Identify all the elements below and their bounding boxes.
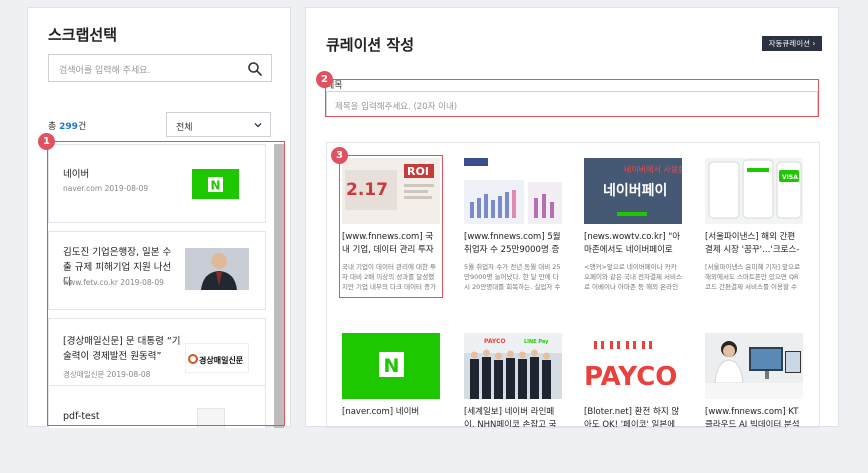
grid-item-title: [news.wowtv.co.kr] "아마존에서도 네이버페이로 bbox=[584, 232, 681, 255]
grid-item-desc: <앵커>앞으로 네이버페이나 카카오페이와 같은 국내 전자결제 서비스로 이베… bbox=[584, 263, 682, 291]
search-placeholder: 검색어를 입력해 주세요. bbox=[59, 66, 151, 76]
grid-item-title: [Bloter.net] 환전 하지 않아도 OK! '페이코' 일본에서 bbox=[584, 407, 680, 428]
grid-item-image: 네이버에서 사용할 땐 네이버페이 bbox=[584, 158, 682, 224]
grid-item[interactable]: [www.fnnews.com] KT 클라우드 AI 빅데이터 분석 bbox=[705, 333, 803, 428]
count-number: 299 bbox=[59, 122, 78, 132]
scrap-panel-title: 스크랩선택 bbox=[48, 26, 118, 44]
grid-item-title: [서울파이낸스] 해외 간편결제 시장 '꿈꾸'…'크로스- bbox=[705, 232, 800, 255]
grid-item-image bbox=[705, 333, 803, 399]
grid-item-image: PAYCO bbox=[584, 333, 682, 399]
grid-item-title: [www.fnnews.com] 5월 취업자 수 25만9000명 증 bbox=[464, 232, 561, 255]
annotation-badge-1: 1 bbox=[38, 133, 55, 150]
grid-item-desc: [서울파이낸스 윤미혜 기자] 앞으로 해외에서도 스마트폰만 있으면 QR코드… bbox=[705, 263, 800, 291]
naverpay-top-text: 네이버에서 사용할 땐 bbox=[624, 164, 682, 174]
grid-item[interactable]: N [naver.com] 네이버 bbox=[342, 333, 440, 427]
grid-item-title: [www.fnnews.com] KT 클라우드 AI 빅데이터 분석 bbox=[705, 407, 800, 428]
annotation-badge-2: 2 bbox=[316, 71, 333, 88]
grid-item-title: [세계일보] 네이버 라인페이, NHN페이코 손잡고 국내 bbox=[464, 407, 557, 428]
highlight-box-1 bbox=[47, 141, 285, 426]
grid-item[interactable]: 네이버에서 사용할 땐 네이버페이 [news.wowtv.co.kr] "아마… bbox=[584, 158, 682, 292]
count-suffix: 건 bbox=[77, 122, 87, 132]
visa-text: VISA bbox=[782, 174, 798, 181]
payco-small-text: PAYCO bbox=[484, 338, 506, 345]
chevron-down-icon bbox=[254, 123, 262, 128]
filter-dropdown[interactable]: 전체 bbox=[166, 112, 271, 137]
naverpay-text: 네이버페이 bbox=[603, 182, 667, 199]
search-icon[interactable] bbox=[247, 61, 263, 77]
grid-item-desc: 5월 취업자 수가 전년 동월 대비 25만9000명 늘어났다. 한 달 만에… bbox=[464, 263, 561, 291]
linepay-small-text: LINE Pay bbox=[524, 339, 549, 345]
curation-panel-title: 큐레이션 작성 bbox=[326, 36, 415, 54]
scrap-count: 총 299건 bbox=[48, 119, 86, 132]
grid-item-title: [naver.com] 네이버 bbox=[342, 407, 420, 417]
filter-value: 전체 bbox=[176, 123, 193, 133]
highlight-box-2 bbox=[325, 79, 819, 117]
auto-curation-button[interactable]: 자동큐레이션 › bbox=[762, 36, 822, 51]
grid-item-image: N bbox=[342, 333, 440, 399]
naver-n-glyph: N bbox=[384, 355, 400, 377]
grid-item-image: PAYCO LINE Pay bbox=[464, 333, 562, 399]
grid-item[interactable]: [www.fnnews.com] 5월 취업자 수 25만9000명 증 5월 … bbox=[464, 158, 562, 292]
scrap-search-field[interactable]: 검색어를 입력해 주세요. bbox=[48, 54, 272, 82]
grid-item-image bbox=[464, 158, 562, 224]
grid-item[interactable]: PAYCO [Bloter.net] 환전 하지 않아도 OK! '페이코' 일… bbox=[584, 333, 682, 428]
payco-logo-text: PAYCO bbox=[584, 362, 677, 392]
grid-item[interactable]: PAYCO LINE Pay [세계일보] 네이버 라인페이, NHN페이코 손… bbox=[464, 333, 562, 428]
grid-item[interactable]: VISA [서울파이낸스] 해외 간편결제 시장 '꿈꾸'…'크로스- [서울파… bbox=[705, 158, 803, 292]
grid-item-image: VISA bbox=[705, 158, 803, 224]
count-prefix: 총 bbox=[48, 122, 60, 132]
annotation-badge-3: 3 bbox=[331, 147, 348, 164]
highlight-box-3 bbox=[339, 155, 443, 298]
